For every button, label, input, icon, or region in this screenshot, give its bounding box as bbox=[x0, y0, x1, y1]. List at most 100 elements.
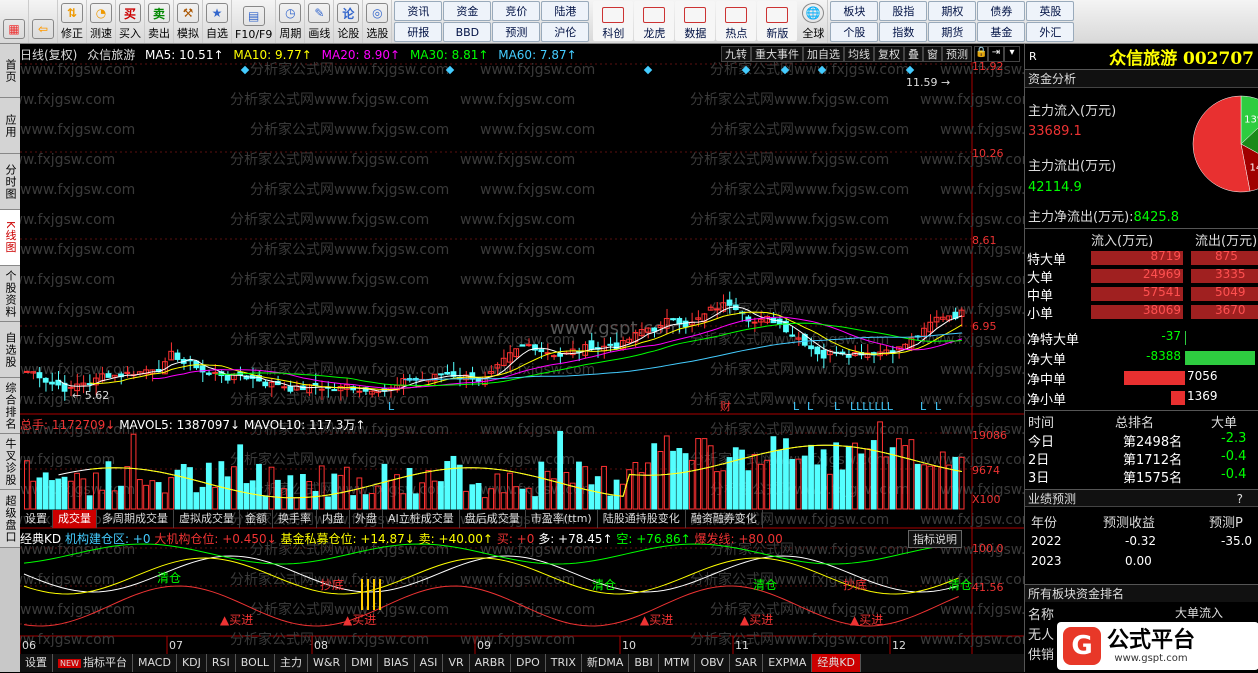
indicator-tab[interactable]: RSI bbox=[207, 654, 236, 672]
indicator-tab[interactable]: NEW 指标平台 bbox=[53, 654, 133, 672]
toolbar-button[interactable]: 论论股 bbox=[334, 0, 364, 43]
chart-tool-button[interactable]: 加自选 bbox=[803, 46, 844, 62]
volume-tab[interactable]: 设置 bbox=[20, 510, 53, 528]
indicator-tab[interactable]: EXPMA bbox=[763, 654, 813, 672]
indicator-tab[interactable]: W&R bbox=[308, 654, 347, 672]
toolbar-button[interactable]: 卖卖出 bbox=[145, 0, 174, 43]
volume-tab[interactable]: 盘后成交量 bbox=[460, 510, 526, 528]
svg-text:www.fxjgsw.com: www.fxjgsw.com bbox=[460, 212, 575, 228]
toolbar-grid-button[interactable]: 债券 bbox=[977, 1, 1026, 21]
volume-tab[interactable]: 金额 bbox=[240, 510, 273, 528]
volume-tab[interactable]: 融资融券变化 bbox=[686, 510, 763, 528]
indicator-tab[interactable]: BBI bbox=[629, 654, 659, 672]
toolbar-grid-button[interactable]: 期货 bbox=[928, 22, 977, 42]
help-icon[interactable]: ? bbox=[1237, 490, 1243, 508]
volume-bar bbox=[105, 461, 112, 510]
chart-tool-button[interactable]: 预测 bbox=[942, 46, 972, 62]
indicator-tab[interactable]: 新DMA bbox=[582, 654, 630, 672]
indicator-tab[interactable]: 设置 bbox=[20, 654, 53, 672]
indicator-tab[interactable]: TRIX bbox=[546, 654, 582, 672]
globe-button[interactable]: 🌐 全球 bbox=[799, 0, 829, 43]
left-tab[interactable]: 超级盘口 bbox=[0, 490, 20, 548]
volume-tab[interactable]: 虚拟成交量 bbox=[174, 510, 240, 528]
indicator-tab[interactable]: DPO bbox=[511, 654, 546, 672]
toolbar-button[interactable]: ✎ 画线 bbox=[305, 0, 335, 43]
volume-bar bbox=[663, 435, 670, 510]
indicator-tab[interactable]: ARBR bbox=[470, 654, 511, 672]
toolbar-grid-button[interactable]: 资讯 bbox=[394, 1, 443, 21]
toolbar-grid-button[interactable]: 板块 bbox=[830, 1, 879, 21]
volume-tab[interactable]: 换手率 bbox=[273, 510, 317, 528]
toolbar-grid-button[interactable]: 预测 bbox=[492, 22, 541, 42]
left-tab[interactable]: 应用 bbox=[0, 98, 20, 154]
buy-signal-label: ▲买进 bbox=[640, 613, 673, 627]
toolbar-grid-button[interactable]: 资金 bbox=[443, 1, 492, 21]
indicator-tab[interactable]: VR bbox=[443, 654, 470, 672]
left-tab[interactable]: 个股资料 bbox=[0, 266, 20, 322]
toolbar-grid-button[interactable]: 外汇 bbox=[1026, 22, 1075, 42]
indicator-tab[interactable]: KDJ bbox=[177, 654, 207, 672]
toolbar-button[interactable]: 买买入 bbox=[116, 0, 145, 43]
toolbar-icon-button[interactable]: 龙虎 bbox=[634, 1, 675, 41]
toolbar-icon-button[interactable]: 科创 bbox=[593, 1, 634, 41]
toolbar-button[interactable]: ▦ bbox=[0, 0, 29, 43]
volume-tab[interactable]: 内盘 bbox=[317, 510, 350, 528]
indicator-tab[interactable]: ASI bbox=[415, 654, 444, 672]
volume-tab[interactable]: 市盈率(ttm) bbox=[526, 510, 598, 528]
indicator-tab[interactable]: OBV bbox=[695, 654, 730, 672]
left-tab[interactable]: 综合排名 bbox=[0, 378, 20, 434]
toolbar-grid-button[interactable]: 期权 bbox=[928, 1, 977, 21]
toolbar-grid-button[interactable]: 竞价 bbox=[492, 1, 541, 21]
chart-canvas[interactable]: www.fxjgsw.com 分析家公式网www.fxjgsw.com www.fx… bbox=[20, 44, 1024, 672]
toolbar-button[interactable]: ◔ 测速 bbox=[87, 0, 116, 43]
toolbar-grid-button[interactable]: 英股 bbox=[1026, 1, 1075, 21]
volume-tab[interactable]: 陆股通持股变化 bbox=[598, 510, 686, 528]
indicator-tab[interactable]: BIAS bbox=[378, 654, 415, 672]
left-tab[interactable]: K线图 bbox=[0, 210, 20, 266]
chart-tool-button[interactable]: 重大事件 bbox=[751, 46, 803, 62]
indicator-tab[interactable]: BOLL bbox=[236, 654, 276, 672]
toolbar-icon-button[interactable]: 热点 bbox=[716, 1, 757, 41]
left-tab[interactable]: 自选股 bbox=[0, 322, 20, 378]
indicator-tab[interactable]: MTM bbox=[659, 654, 696, 672]
volume-tab[interactable]: 成交量 bbox=[53, 510, 97, 528]
left-tab[interactable]: 分时图 bbox=[0, 154, 20, 210]
toolbar-button[interactable]: ▤ F10/F9 bbox=[232, 0, 277, 43]
sector-row[interactable]: 供销 bbox=[1028, 644, 1054, 663]
toolbar-grid-button[interactable]: 股指 bbox=[879, 1, 928, 21]
toolbar-grid-button[interactable]: 个股 bbox=[830, 22, 879, 42]
indicator-tab[interactable]: MACD bbox=[133, 654, 177, 672]
volume-tab[interactable]: 多周期成交量 bbox=[97, 510, 174, 528]
indicator-tab[interactable]: DMI bbox=[346, 654, 379, 672]
chart-tool-button[interactable]: 窗 bbox=[923, 46, 942, 62]
toolbar-grid-button[interactable]: 指数 bbox=[879, 22, 928, 42]
left-tab[interactable]: 牛叉诊股 bbox=[0, 434, 20, 490]
toolbar-button[interactable]: ⚒ 模拟 bbox=[174, 0, 203, 43]
toolbar-grid-button[interactable]: 基金 bbox=[977, 22, 1026, 42]
toolbar-grid-button[interactable]: 沪伦 bbox=[541, 22, 590, 42]
toolbar-icon-button[interactable]: 数据 bbox=[675, 1, 716, 41]
left-tab[interactable]: 首页 bbox=[0, 44, 20, 98]
chart-tool-button[interactable]: 九转 bbox=[721, 46, 751, 62]
volume-tab[interactable]: AI立桩成交量 bbox=[383, 510, 460, 528]
toolbar-icon-button[interactable]: 新版 bbox=[757, 1, 798, 41]
period-label[interactable]: 日线(复权) bbox=[20, 48, 77, 62]
volume-tab[interactable]: 外盘 bbox=[350, 510, 383, 528]
chart-tool-button[interactable]: 复权 bbox=[874, 46, 904, 62]
indicator-tab[interactable]: SAR bbox=[730, 654, 764, 672]
chart-tool-button[interactable]: 叠 bbox=[904, 46, 923, 62]
toolbar-grid-button[interactable]: BBD bbox=[443, 22, 492, 42]
toolbar-grid-button[interactable]: 陆港 bbox=[541, 1, 590, 21]
toolbar-button[interactable]: ★ 自选 bbox=[203, 0, 232, 43]
toolbar-grid-button[interactable]: 研报 bbox=[394, 22, 443, 42]
toolbar-button[interactable]: ⇅ 修正 bbox=[58, 0, 87, 43]
indicator-explain-button[interactable]: 指标说明 bbox=[908, 530, 962, 548]
sector-row[interactable]: 无人 bbox=[1028, 624, 1054, 643]
toolbar-button[interactable]: ◷ 周期 bbox=[276, 0, 306, 43]
indicator-tab[interactable]: 经典KD bbox=[812, 654, 862, 672]
flow-row-name: 小单 bbox=[1027, 307, 1054, 322]
toolbar-button[interactable]: ⇦ bbox=[29, 0, 58, 43]
chart-tool-button[interactable]: 均线 bbox=[844, 46, 874, 62]
toolbar-button[interactable]: ◎ 选股 bbox=[363, 0, 393, 43]
indicator-tab[interactable]: 主力 bbox=[275, 654, 309, 672]
